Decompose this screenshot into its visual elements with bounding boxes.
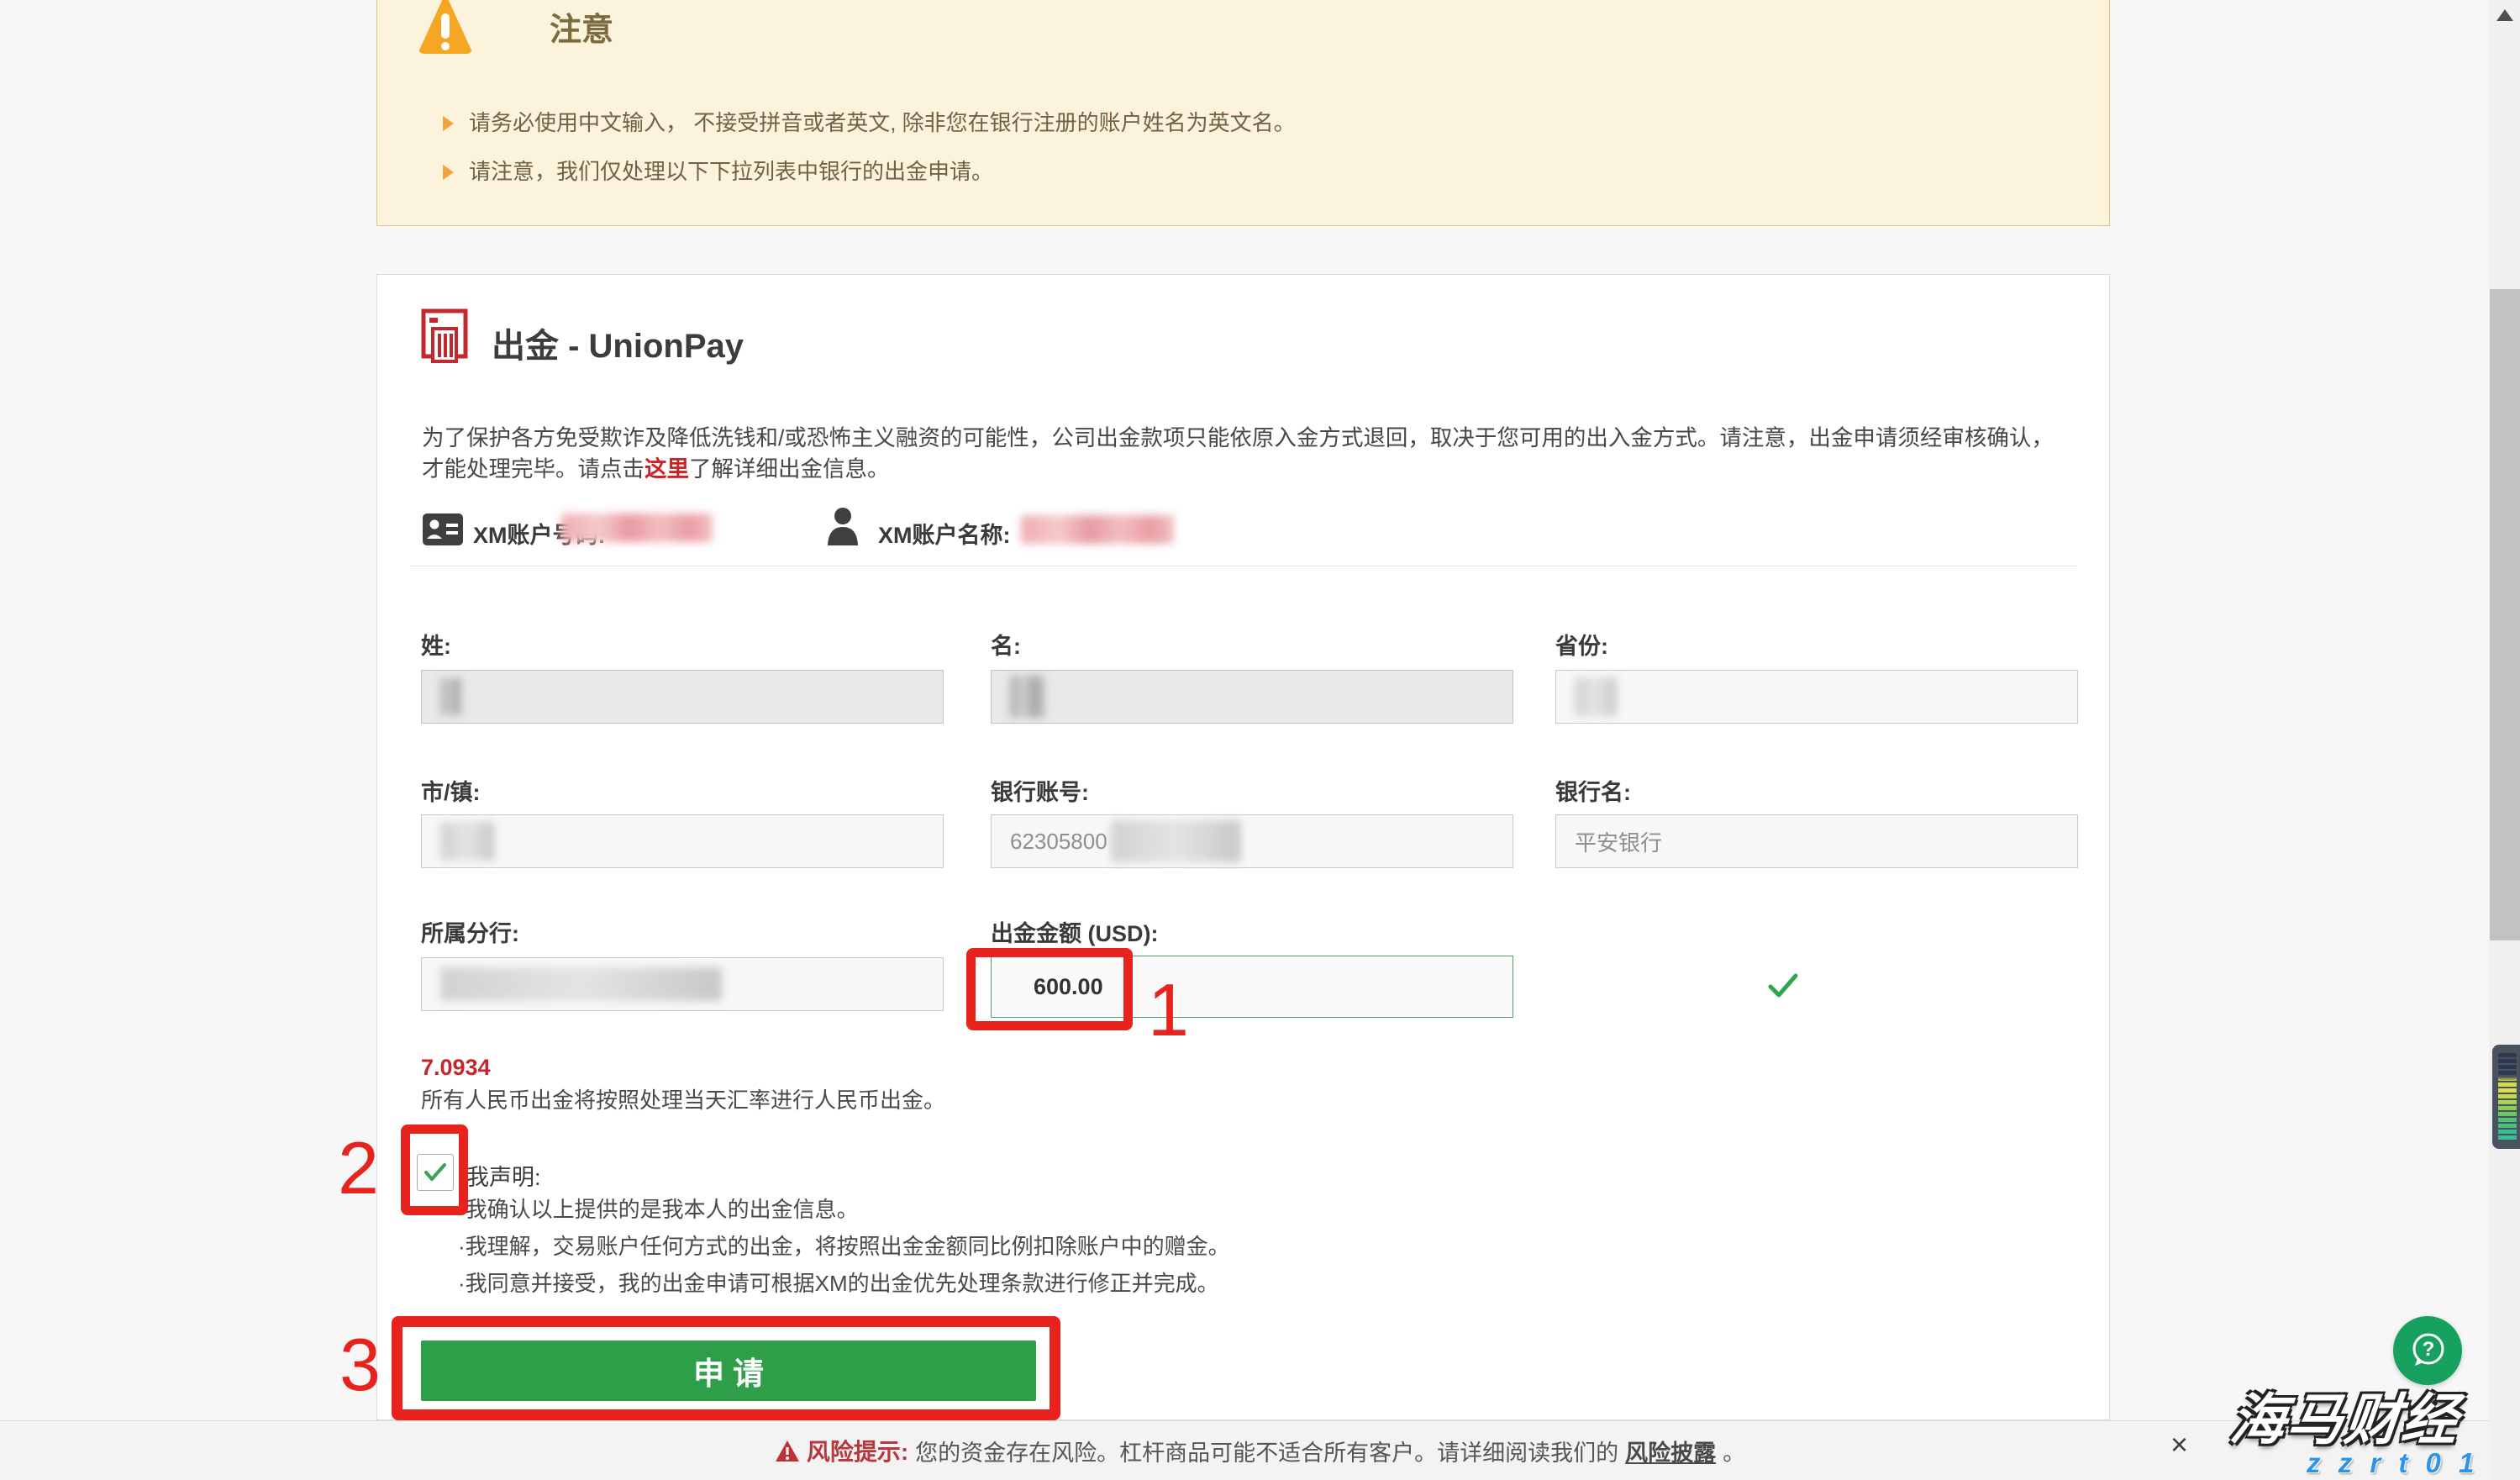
risk-warning-bar: 风险提示: 您的资金存在风险。杠杆商品可能不适合所有客户。请详细阅读我们的风险披…	[0, 1420, 2520, 1480]
close-icon[interactable]: ×	[2170, 1427, 2188, 1462]
risk-disclosure-link[interactable]: 风险披露	[1625, 1435, 1716, 1467]
city-field[interactable]	[421, 814, 944, 868]
annotation-box-1	[966, 948, 1133, 1030]
annotation-number-3: 3	[339, 1328, 381, 1402]
declaration-label: 我声明:	[466, 1159, 541, 1192]
details-link[interactable]: 这里	[644, 456, 689, 482]
annotation-box-3	[392, 1316, 1060, 1420]
bank-account-label: 银行账号:	[991, 774, 1089, 807]
province-field[interactable]	[1555, 670, 2078, 724]
risk-triangle-icon	[775, 1440, 800, 1462]
widget-color-stripes	[2498, 1053, 2517, 1140]
branch-field[interactable]	[421, 957, 944, 1011]
first-name-redacted	[1010, 676, 1045, 718]
watermark-url: z z r t 0 1 . c n	[2307, 1447, 2520, 1479]
notice-bullet-1: 请务必使用中文输入， 不接受拼音或者英文, 除非您在银行注册的账户姓名为英文名。	[443, 106, 1296, 137]
last-name-field[interactable]	[421, 670, 944, 724]
bullet-arrow-icon	[443, 165, 454, 180]
risk-text-suffix: 。	[1723, 1435, 1745, 1467]
watermark-brand: 海马财经	[2227, 1375, 2464, 1456]
withdraw-description: 为了保护各方免受欺诈及降低洗钱和/或恐怖主义融资的可能性，公司出金款项只能依原入…	[422, 423, 2070, 485]
last-name-redacted	[440, 678, 462, 715]
withdraw-bank-icon	[421, 308, 468, 364]
withdraw-card: 出金 - UnionPay 为了保护各方免受欺诈及降低洗钱和/或恐怖主义融资的可…	[376, 274, 2110, 1420]
last-name-label: 姓:	[421, 628, 451, 661]
province-label: 省份:	[1555, 628, 1608, 661]
risk-label: 风险提示:	[807, 1434, 908, 1467]
account-name-redacted	[1021, 515, 1174, 544]
exchange-rate: 7.0934	[421, 1055, 491, 1081]
id-card-icon	[423, 514, 463, 545]
notice-box: 注意 请务必使用中文输入， 不接受拼音或者英文, 除非您在银行注册的账户姓名为英…	[376, 0, 2110, 226]
svg-text:?: ?	[2423, 1338, 2435, 1361]
exchange-rate-note: 所有人民币出金将按照处理当天汇率进行人民币出金。	[421, 1083, 945, 1114]
risk-text: 您的资金存在风险。杠杆商品可能不适合所有客户。请详细阅读我们的	[915, 1435, 1618, 1467]
bank-name-value: 平安银行	[1575, 826, 1662, 857]
extension-widget[interactable]	[2492, 1045, 2520, 1149]
warning-triangle-icon	[418, 0, 473, 54]
declaration-item-1: ·我确认以上提供的是我本人的出金信息。	[458, 1193, 859, 1224]
declaration-item-2: ·我理解，交易账户任何方式的出金，将按照出金金额同比例扣除账户中的赠金。	[458, 1230, 1230, 1261]
person-icon	[826, 507, 860, 547]
province-redacted	[1575, 677, 1617, 716]
annotation-number-1: 1	[1148, 973, 1189, 1047]
notice-bullet-1-text: 请务必使用中文输入， 不接受拼音或者英文, 除非您在银行注册的账户姓名为英文名。	[469, 110, 1296, 135]
notice-bullet-2-text: 请注意，我们仅处理以下下拉列表中银行的出金申请。	[469, 159, 993, 184]
branch-redacted	[440, 967, 722, 1001]
scrollbar-up-arrow-icon[interactable]	[2496, 9, 2513, 21]
city-redacted	[440, 822, 494, 861]
notice-title: 注意	[550, 3, 613, 50]
annotation-number-2: 2	[338, 1131, 379, 1205]
bank-account-field[interactable]: 62305800	[991, 814, 1513, 868]
city-label: 市/镇:	[421, 774, 481, 807]
notice-bullet-2: 请注意，我们仅处理以下下拉列表中银行的出金申请。	[443, 155, 993, 186]
amount-label: 出金金额 (USD):	[991, 915, 1158, 948]
account-number-redacted	[561, 514, 713, 542]
description-text-2: 了解详细出金信息。	[689, 456, 890, 482]
bank-account-redacted	[1111, 820, 1241, 862]
account-name-label: XM账户名称:	[878, 517, 1011, 550]
bullet-arrow-icon	[443, 116, 454, 131]
page-title: 出金 - UnionPay	[492, 319, 744, 367]
first-name-label: 名:	[991, 628, 1021, 661]
branch-label: 所属分行:	[421, 915, 519, 948]
scrollbar-thumb[interactable]	[2490, 289, 2520, 940]
declaration-item-3: ·我同意并接受，我的出金申请可根据XM的出金优先处理条款进行修正并完成。	[458, 1267, 1219, 1298]
first-name-field[interactable]	[991, 670, 1513, 724]
bank-name-label: 银行名:	[1555, 774, 1631, 807]
question-bubble-icon: ?	[2407, 1330, 2448, 1371]
bank-account-visible-digits: 62305800	[1010, 829, 1107, 855]
valid-check-icon	[1768, 972, 1798, 999]
bank-name-field[interactable]: 平安银行	[1555, 814, 2078, 868]
annotation-box-2	[401, 1124, 468, 1215]
